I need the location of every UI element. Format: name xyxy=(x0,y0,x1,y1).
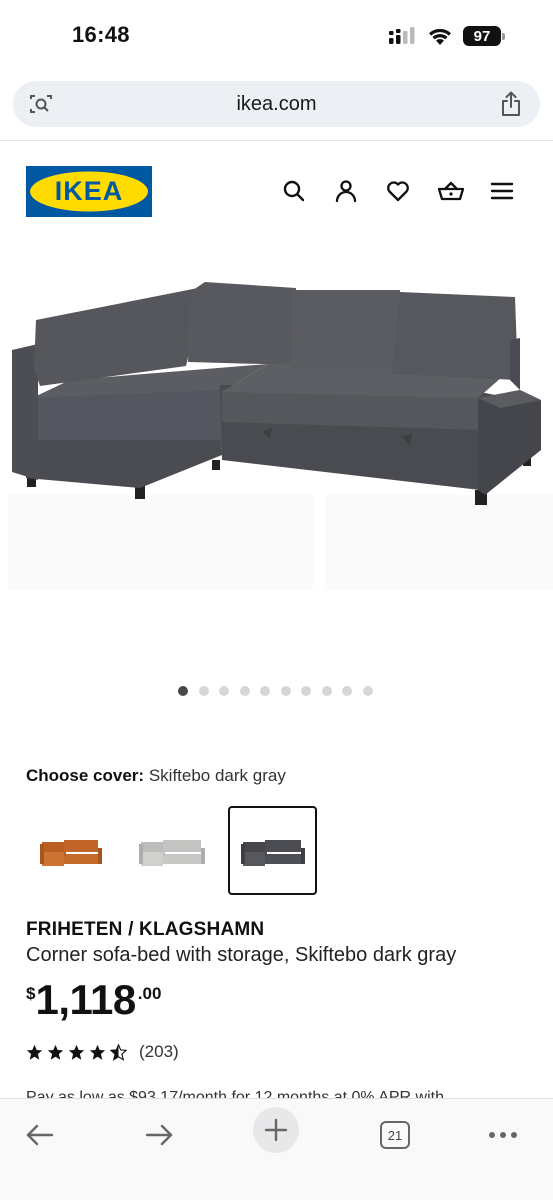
price-whole: 1,118 xyxy=(35,976,136,1023)
signal-icon xyxy=(389,27,417,45)
battery-level: 97 xyxy=(463,26,501,46)
cover-swatches xyxy=(26,806,317,895)
battery-tip xyxy=(502,32,505,40)
price-currency: $ xyxy=(26,984,36,1003)
back-button[interactable] xyxy=(18,1113,62,1157)
swatch-light-gray[interactable] xyxy=(127,806,216,895)
header-icons xyxy=(281,178,515,204)
account-icon[interactable] xyxy=(333,178,359,204)
carousel-dot[interactable] xyxy=(280,686,291,696)
wifi-icon xyxy=(427,26,453,46)
ikea-logo[interactable]: IKEA xyxy=(26,166,152,217)
star-full-icon xyxy=(26,1044,43,1060)
menu-icon[interactable] xyxy=(489,178,515,204)
star-full-icon xyxy=(47,1044,64,1060)
product-description: Corner sofa-bed with storage, Skiftebo d… xyxy=(26,944,457,966)
forward-arrow-icon xyxy=(145,1124,173,1146)
carousel-dot[interactable] xyxy=(301,686,311,696)
status-bar: 16:48 97 xyxy=(0,0,553,70)
carousel-dot[interactable] xyxy=(342,686,352,696)
status-icons: 97 xyxy=(389,26,505,46)
carousel-dot[interactable] xyxy=(362,686,373,696)
url-text[interactable]: ikea.com xyxy=(13,93,540,116)
rating[interactable]: (203) xyxy=(26,1042,179,1062)
choose-cover: Choose cover: Skiftebo dark gray xyxy=(26,766,286,786)
plus-icon xyxy=(264,1118,288,1142)
choose-cover-value: Skiftebo dark gray xyxy=(148,766,286,785)
carousel-dot[interactable] xyxy=(321,686,332,696)
tabs-icon: 21 xyxy=(380,1121,410,1149)
carousel-dots xyxy=(178,686,373,696)
choose-cover-label: Choose cover: xyxy=(26,766,145,785)
browser-divider xyxy=(0,140,553,141)
logo-text: IKEA xyxy=(55,176,124,206)
star-half-icon xyxy=(110,1043,127,1061)
swatch-dark-gray[interactable] xyxy=(228,806,317,895)
more-icon xyxy=(489,1132,517,1138)
new-tab-button[interactable] xyxy=(253,1107,299,1153)
carousel-dot[interactable] xyxy=(198,686,209,696)
carousel-dot[interactable] xyxy=(178,686,188,696)
product-image[interactable] xyxy=(0,240,553,660)
browser-toolbar: 21 xyxy=(0,1098,553,1200)
share-icon[interactable] xyxy=(500,91,522,122)
back-arrow-icon xyxy=(26,1124,54,1146)
url-bar[interactable]: ikea.com xyxy=(13,81,540,127)
price-cents: .00 xyxy=(137,984,162,1003)
tabs-button[interactable]: 21 xyxy=(373,1113,417,1157)
search-icon[interactable] xyxy=(281,178,307,204)
heart-icon[interactable] xyxy=(385,178,411,204)
tab-count: 21 xyxy=(387,1127,403,1143)
swatch-orange[interactable] xyxy=(26,806,115,895)
carousel-dot[interactable] xyxy=(239,686,250,696)
review-count[interactable]: (203) xyxy=(139,1042,179,1062)
cart-icon[interactable] xyxy=(437,178,465,204)
carousel-dot[interactable] xyxy=(260,686,270,696)
carousel-dot[interactable] xyxy=(219,686,229,696)
product-name: FRIHETEN / KLAGSHAMN xyxy=(26,919,265,940)
more-button[interactable] xyxy=(481,1113,525,1157)
forward-button[interactable] xyxy=(137,1113,181,1157)
star-full-icon xyxy=(89,1044,106,1060)
rating-stars xyxy=(26,1043,127,1061)
status-time: 16:48 xyxy=(72,22,130,47)
star-full-icon xyxy=(68,1044,85,1060)
price: $ 1,118 .00 xyxy=(26,978,161,1022)
battery-icon: 97 xyxy=(463,26,505,46)
